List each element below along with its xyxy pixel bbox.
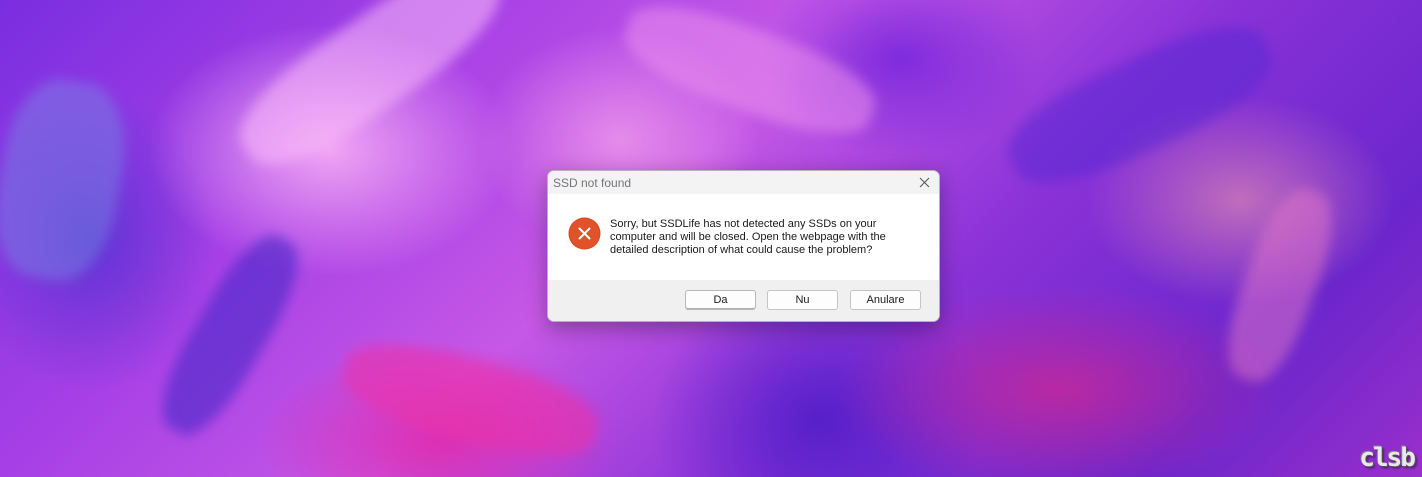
no-button[interactable]: Nu <box>767 290 838 310</box>
dialog-title: SSD not found <box>553 176 632 190</box>
desktop: SSD not found Sorry, but SSDLife has not… <box>0 0 1422 477</box>
dialog-message: Sorry, but SSDLife has not detected any … <box>610 218 886 256</box>
wallpaper-streak <box>144 222 316 448</box>
yes-button[interactable]: Da <box>685 290 756 310</box>
wallpaper-streak <box>334 327 606 473</box>
wallpaper-streak <box>0 71 137 289</box>
dialog-titlebar[interactable]: SSD not found <box>548 171 939 194</box>
error-icon <box>568 217 601 250</box>
cancel-button[interactable]: Anulare <box>850 290 921 310</box>
wallpaper-streak <box>221 0 519 188</box>
dialog-content: Sorry, but SSDLife has not detected any … <box>548 194 939 279</box>
wallpaper-streak <box>994 5 1286 205</box>
close-button[interactable] <box>909 171 939 194</box>
close-icon <box>919 177 929 188</box>
dialog-footer: Da Nu Anulare <box>548 280 939 321</box>
message-dialog: SSD not found Sorry, but SSDLife has not… <box>547 170 940 322</box>
watermark-logo: clsb <box>1359 443 1416 473</box>
wallpaper-streak <box>1212 179 1348 391</box>
wallpaper-streak <box>614 0 886 153</box>
